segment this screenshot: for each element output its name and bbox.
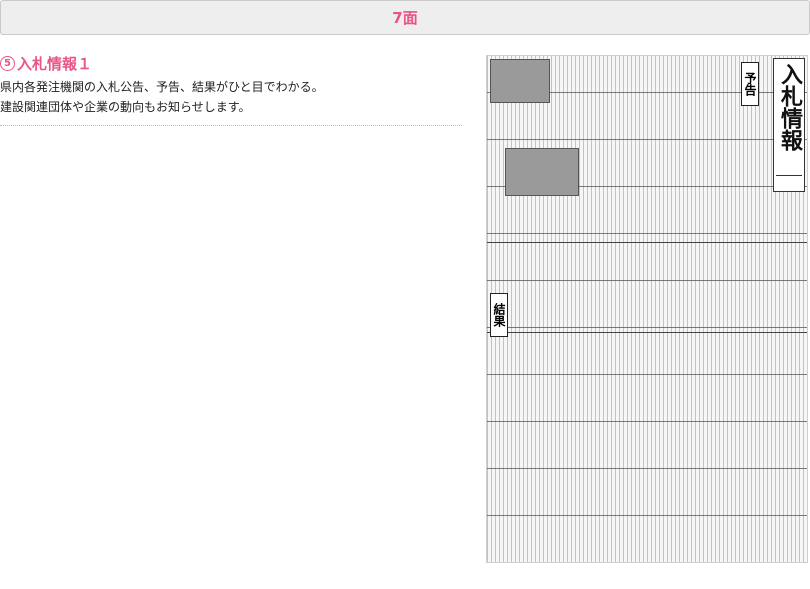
section-title-text: 入札情報１ <box>17 55 93 73</box>
divider <box>0 125 462 126</box>
section-description-line2: 建設関連団体や企業の動向もお知らせします。 <box>0 100 251 114</box>
tag-kekka: 結果 <box>490 293 508 337</box>
newspaper-page-image: 入札情報 予告 結果 <box>486 55 808 563</box>
section-title: 5 入札情報１ <box>0 53 92 74</box>
newspaper-rule <box>487 242 807 243</box>
masthead-note <box>776 175 802 188</box>
newspaper-photo <box>490 59 550 103</box>
section-description-line1: 県内各発注機関の入札公告、予告、結果がひと目でわかる。 <box>0 80 324 94</box>
masthead-title: 入札情報 <box>777 63 803 151</box>
tag-yokoku: 予告 <box>741 62 759 106</box>
newspaper-photo <box>505 148 579 196</box>
newspaper-text-columns <box>487 56 807 562</box>
section-number: 5 <box>0 56 15 71</box>
newspaper-masthead: 入札情報 <box>773 58 805 192</box>
page-number-title: 7面 <box>392 9 418 27</box>
page-header: 7面 <box>0 0 810 35</box>
newspaper-rule <box>487 332 807 333</box>
